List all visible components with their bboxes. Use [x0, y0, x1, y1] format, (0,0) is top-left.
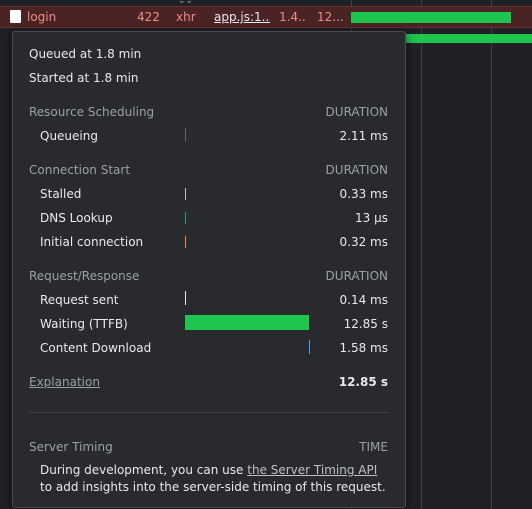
queued-at-text: Queued at 1.8 min: [29, 47, 142, 61]
section-title-scheduling: Resource Scheduling: [29, 105, 155, 119]
grid-line: [491, 0, 492, 509]
section-title-connection: Connection Start: [29, 163, 131, 177]
waterfall-bar: [351, 12, 511, 23]
server-timing-api-link[interactable]: the Server Timing API: [247, 463, 377, 477]
dns-lookup-label: DNS Lookup: [40, 211, 113, 225]
request-type: xhr: [176, 10, 196, 24]
initial-connection-bar: [185, 236, 186, 248]
section-title-request: Request/Response: [29, 269, 140, 283]
queueing-label: Queueing: [40, 129, 98, 143]
initial-connection-value: 0.32 ms: [339, 235, 388, 249]
request-size: 1.4...: [279, 10, 307, 24]
request-name[interactable]: login: [27, 10, 56, 24]
request-sent-bar: [185, 291, 186, 305]
dns-lookup-value: 13 µs: [355, 211, 388, 225]
time-header: TIME: [359, 440, 388, 454]
stalled-bar: [185, 188, 186, 200]
content-download-label: Content Download: [40, 341, 152, 355]
request-time: 12...: [317, 10, 344, 24]
stalled-label: Stalled: [40, 187, 82, 201]
explanation-link[interactable]: Explanation: [29, 375, 100, 389]
queueing-value: 2.11 ms: [339, 129, 388, 143]
started-at-text: Started at 1.8 min: [29, 71, 139, 85]
grid-line: [421, 0, 422, 509]
initial-connection-label: Initial connection: [40, 235, 144, 249]
duration-header: DURATION: [325, 105, 388, 119]
waterfall-bar: [402, 34, 532, 43]
request-sent-value: 0.14 ms: [339, 293, 388, 307]
waiting-ttfb-label: Waiting (TTFB): [40, 317, 128, 331]
content-download-bar: [309, 340, 310, 354]
waiting-ttfb-value: 12.85 s: [343, 317, 388, 331]
row-file-icon: [10, 10, 21, 23]
section-title-server-timing: Server Timing: [29, 440, 113, 454]
duration-header: DURATION: [325, 269, 388, 283]
duration-header: DURATION: [325, 163, 388, 177]
waiting-ttfb-bar: [185, 315, 309, 330]
server-timing-description: During development, you can use the Serv…: [40, 462, 390, 496]
timing-popover: Queued at 1.8 min Started at 1.8 min Res…: [12, 31, 406, 508]
queueing-bar: [185, 128, 186, 142]
dns-lookup-bar: [185, 212, 186, 224]
request-sent-label: Request sent: [40, 293, 119, 307]
request-initiator-link[interactable]: app.js:1...: [214, 10, 270, 24]
total-duration: 12.85 s: [338, 375, 388, 389]
divider: [29, 412, 389, 413]
content-download-value: 1.58 ms: [339, 341, 388, 355]
server-timing-text: to add insights into the server-side tim…: [40, 480, 386, 494]
server-timing-text: During development, you can use: [40, 463, 248, 477]
request-status: 422: [137, 10, 160, 24]
stalled-value: 0.33 ms: [339, 187, 388, 201]
